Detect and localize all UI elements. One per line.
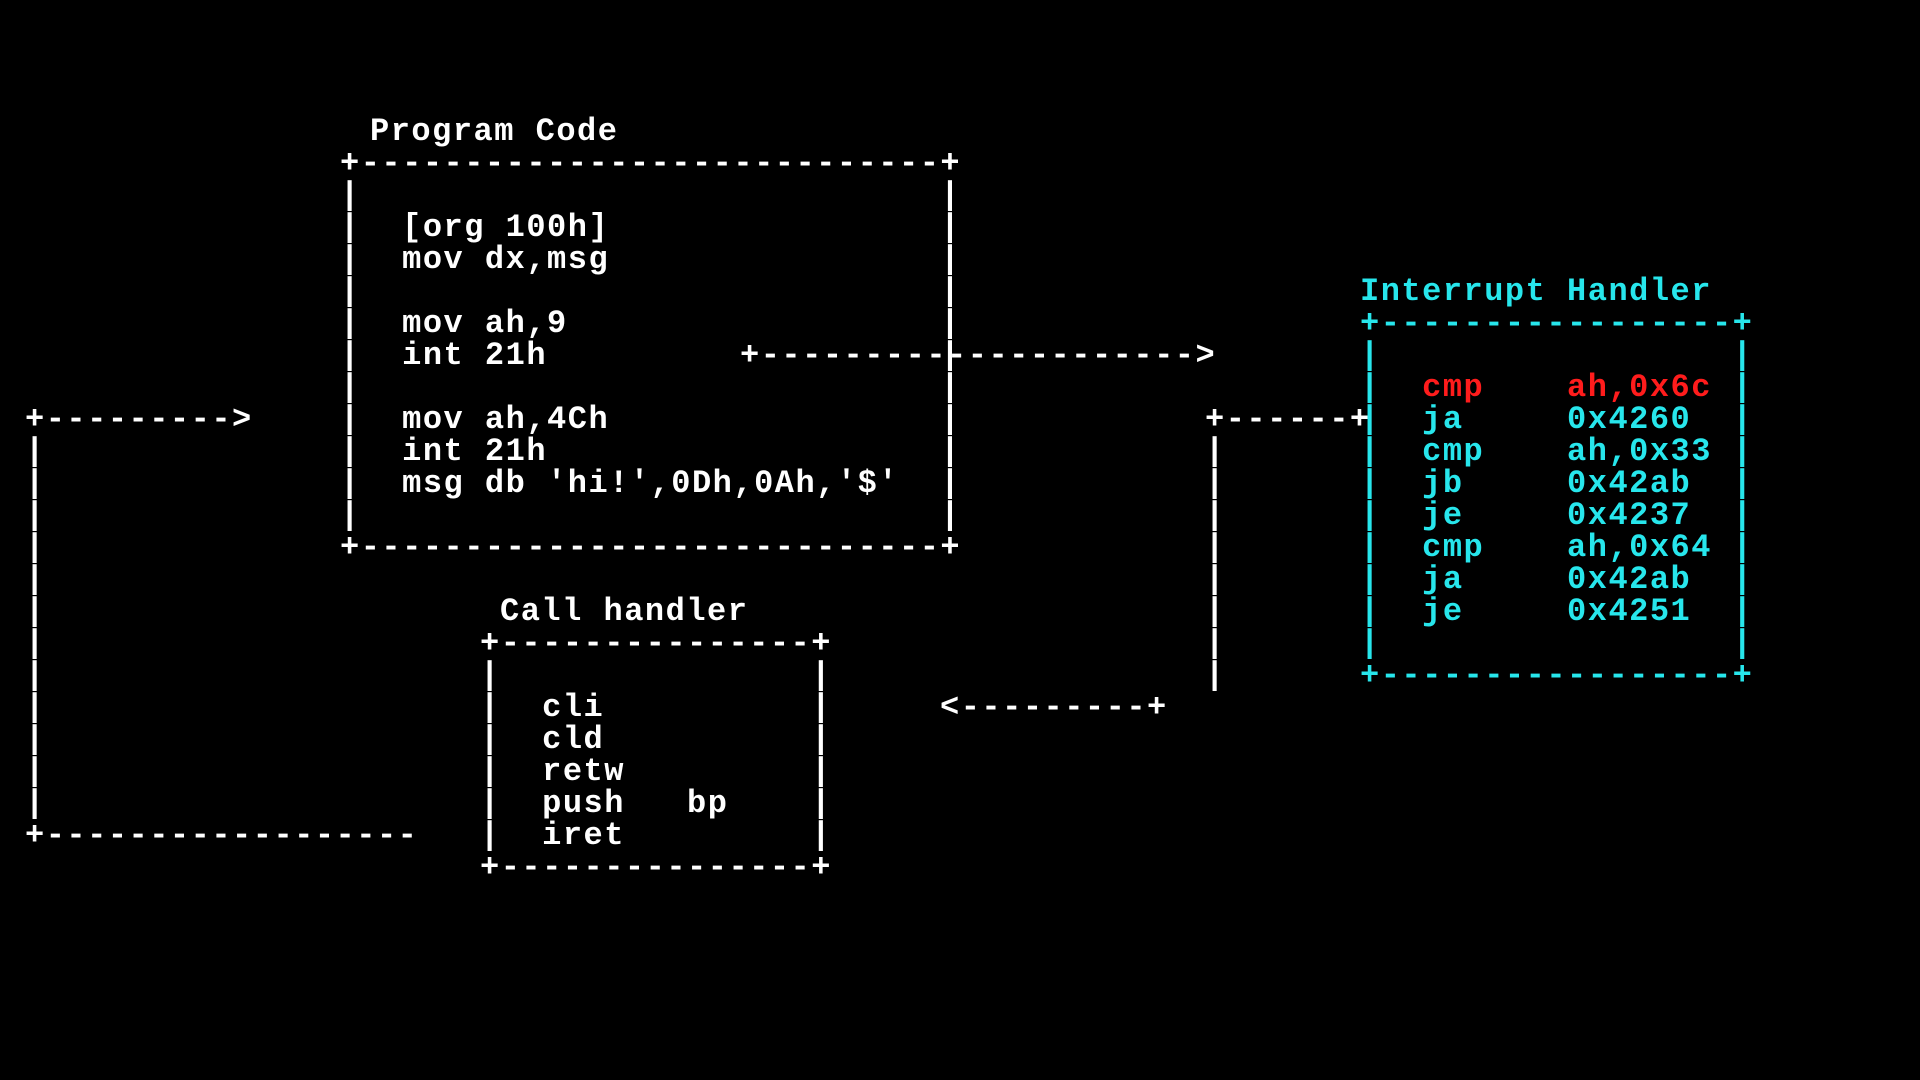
call-box-top: +---------------+ [480,628,832,660]
call-box-rside: | | | | | [480,692,832,852]
arrow-call-to-program-bottom: +------------------ [25,820,418,852]
arrow-interrupt-to-call: <---------+ [940,692,1168,724]
program-box-bottom: +----------------------------+ [340,532,961,564]
call-box-side1: | | [480,660,832,692]
interrupt-box-bottom: +-----------------+ [1360,660,1753,692]
program-code-title: Program Code [370,116,618,148]
interrupt-row-1: | ja 0x4260 | [1360,404,1753,436]
arrow-program-to-interrupt: +---------------------> [740,340,1216,372]
interrupt-rows: | cmp ah,0x6c | | ja 0x4260 | | cmp ah,0… [1360,372,1753,628]
arrow-call-to-program-top: +---------> [25,404,253,436]
interrupt-row-0: | cmp ah,0x6c | [1360,372,1753,404]
diagram-canvas: Program Code +--------------------------… [0,0,1920,1080]
call-box-bottom: +---------------+ [480,852,832,884]
arrow-interrupt-down-top: +------+ [1205,404,1371,436]
program-box-side: | | [340,180,961,212]
interrupt-box-blank2: | | [1360,628,1753,660]
arrow-call-to-program-vbar: | | | | | | | | | | | | [25,436,46,820]
arrow-interrupt-down-vbar: | | | | | | | | [1205,436,1226,692]
interrupt-row-7: | je 0x4251 | [1360,596,1753,628]
interrupt-box-top: +-----------------+ [1360,308,1753,340]
call-handler-title: Call handler [500,596,748,628]
interrupt-row-4: | je 0x4237 | [1360,500,1753,532]
interrupt-row-2: | cmp ah,0x33 | [1360,436,1753,468]
program-box-top: +----------------------------+ [340,148,961,180]
interrupt-handler-title: Interrupt Handler [1360,276,1712,308]
interrupt-row-3: | jb 0x42ab | [1360,468,1753,500]
program-box-side2: | | [340,500,961,532]
interrupt-row-6: | ja 0x42ab | [1360,564,1753,596]
interrupt-box-blank: | | [1360,340,1753,372]
interrupt-row-5: | cmp ah,0x64 | [1360,532,1753,564]
